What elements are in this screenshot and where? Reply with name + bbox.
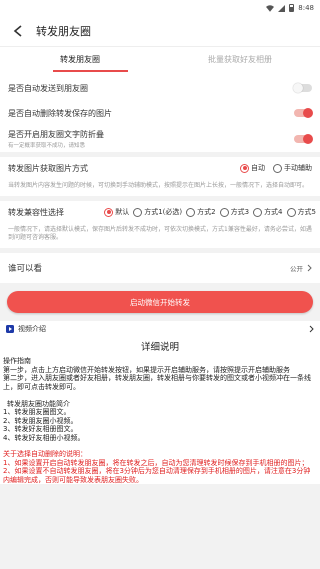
compat-row: 转发兼容性选择 默认 方式1(必选) 方式2 方式3 方式4 方式5: [0, 201, 320, 223]
anti-fold-toggle[interactable]: [294, 134, 313, 144]
radio-dot: [286, 207, 296, 217]
auto-send-label: 是否自动发送到朋友圈: [8, 83, 88, 93]
tab-bar: 转发朋友圈 批量获取好友相册: [0, 46, 320, 72]
tab-batch-friend-albums[interactable]: 批量获取好友相册: [160, 47, 320, 72]
compat-mode4-radio[interactable]: 方式4: [253, 207, 283, 217]
visibility-value: 公开: [290, 265, 303, 273]
compat-options: 默认 方式1(必选) 方式2 方式3 方式4 方式5: [104, 207, 316, 217]
start-wechat-forward-button[interactable]: 启动微信开始转发: [7, 291, 313, 313]
image-mode-row: 转发图片获取图片方式 自动 手动辅助: [0, 157, 320, 179]
video-intro-left: 视频介绍: [6, 324, 46, 334]
radio-dot: [219, 207, 229, 217]
status-bar: 8:48: [0, 0, 320, 16]
tab-forward-moments[interactable]: 转发朋友圈: [0, 47, 160, 72]
radio-dot: [273, 163, 282, 173]
auto-delete-toggle[interactable]: [294, 108, 313, 118]
wifi-icon: [266, 4, 275, 12]
page-title: 转发朋友圈: [36, 25, 91, 38]
warning-line: 1、如果设置开启自动转发朋友圈，将在转发之后，自动为您清理转发时候保存到手机相册…: [3, 458, 309, 467]
radio-dot: [240, 163, 249, 173]
compat-mode3-radio[interactable]: 方式3: [219, 207, 250, 217]
back-arrow-icon[interactable]: [10, 23, 26, 39]
toggle-knob: [303, 108, 313, 118]
radio-label: 方式1(必选): [144, 208, 183, 216]
visibility-row[interactable]: 谁可以看 公开: [0, 253, 320, 283]
anti-fold-sub: 有一定概率获取不成功，请知悉: [8, 143, 86, 149]
toggle-knob: [303, 134, 313, 144]
anti-fold-text: 是否开启朋友圈文字防折叠 有一定概率获取不成功，请知悉: [8, 129, 104, 149]
image-mode-auto-radio[interactable]: 自动: [240, 163, 265, 173]
guide-line: 操作指南: [3, 357, 31, 365]
video-play-icon: [6, 325, 14, 333]
warning-text: 关于选择自动删除的说明： 1、如果设置开启自动转发朋友圈，将在转发之后，自动为您…: [3, 450, 317, 484]
image-mode-options: 自动 手动辅助: [240, 163, 312, 173]
toggle-knob: [293, 83, 303, 93]
guide-line: [3, 391, 317, 400]
warning-line: 2、如果设置不自动转发朋友圈，将在3分钟后为您自动清理保存到手机相册的图片，请注…: [3, 467, 311, 484]
detail-section: 详细说明 操作指南 第一步，点击上方启动微信开始转发按钮，如果提示开启辅助服务，…: [0, 337, 320, 484]
status-time: 8:48: [298, 4, 314, 12]
radio-dot: [186, 207, 196, 217]
radio-label: 默认: [115, 208, 130, 216]
visibility-value-group: 公开: [290, 263, 312, 273]
auto-delete-label: 是否自动删除转发保存的图片: [8, 108, 112, 118]
radio-label: 方式2: [197, 208, 216, 216]
compat-default-radio[interactable]: 默认: [104, 207, 129, 217]
guide-text: 操作指南 第一步，点击上方启动微信开始转发按钮，如果提示开启辅助服务，请按照提示…: [3, 357, 317, 442]
battery-icon: [289, 4, 295, 12]
guide-line: 2、转发朋友圈小视频。: [3, 416, 78, 425]
visibility-section: 谁可以看 公开: [0, 253, 320, 283]
auto-delete-row: 是否自动删除转发保存的图片: [0, 100, 320, 126]
detail-title: 详细说明: [140, 342, 179, 353]
anti-fold-row: 是否开启朋友圈文字防折叠 有一定概率获取不成功，请知悉: [0, 126, 320, 152]
radio-dot: [133, 207, 143, 217]
video-intro-label: 视频介绍: [18, 325, 46, 333]
chevron-right-icon: [307, 264, 312, 272]
toggle-settings: 是否自动发送到朋友圈 是否自动删除转发保存的图片 是否开启朋友圈文字防折叠 有一…: [0, 72, 320, 152]
image-mode-label: 转发图片获取图片方式: [8, 163, 88, 173]
image-mode-description: 当转发图片内容发生问题的时候，可切换到手动辅助模式，按照提示在图片上长按，一般情…: [8, 182, 309, 189]
radio-label: 方式5: [297, 208, 316, 216]
image-mode-manual-radio[interactable]: 手动辅助: [273, 163, 312, 173]
radio-label: 方式3: [230, 208, 250, 216]
chevron-right-icon: [309, 325, 314, 333]
compat-section: 转发兼容性选择 默认 方式1(必选) 方式2 方式3 方式4 方式5 一般情况下…: [0, 201, 320, 248]
auto-send-toggle[interactable]: [293, 83, 312, 93]
signal-icon: [278, 4, 286, 12]
radio-label: 自动: [251, 164, 265, 172]
anti-fold-label: 是否开启朋友圈文字防折叠: [8, 130, 104, 139]
guide-line: 3、转发好友相册图文。: [3, 425, 78, 433]
app-bar: 转发朋友圈: [0, 16, 320, 46]
video-intro-row[interactable]: 视频介绍: [0, 321, 320, 337]
radio-label: 手动辅助: [284, 164, 312, 172]
radio-label: 方式4: [264, 208, 283, 216]
compat-mode1-radio[interactable]: 方式1(必选): [133, 207, 182, 217]
radio-dot: [104, 207, 114, 217]
guide-line: 第一步，点击上方启动微信开始转发按钮，如果提示开启辅助服务，请按照提示开启辅助服…: [3, 365, 290, 374]
compat-label: 转发兼容性选择: [8, 207, 64, 217]
auto-send-row: 是否自动发送到朋友圈: [0, 76, 320, 100]
guide-line: 1、转发朋友圈图文。: [3, 408, 71, 416]
compat-mode5-radio[interactable]: 方式5: [286, 207, 316, 217]
image-mode-section: 转发图片获取图片方式 自动 手动辅助 当转发图片内容发生问题的时候，可切换到手动…: [0, 157, 320, 196]
visibility-label: 谁可以看: [8, 264, 43, 274]
compat-description: 一般情况下，请选择默认模式，保存图片后转发不成功时，可依次切换模式，方式1兼容性…: [8, 226, 312, 241]
radio-dot: [253, 207, 263, 217]
guide-line: 4、转发好友相册小视频。: [3, 433, 85, 442]
guide-line: 第二步，进入朋友圈或者好友相册，转发朋友圈，转发相册与你要转发的图文或者小视频冲…: [3, 374, 311, 391]
warning-line: 关于选择自动删除的说明：: [3, 450, 87, 458]
guide-line: 转发朋友圈功能简介: [7, 399, 70, 408]
compat-mode2-radio[interactable]: 方式2: [186, 207, 216, 217]
